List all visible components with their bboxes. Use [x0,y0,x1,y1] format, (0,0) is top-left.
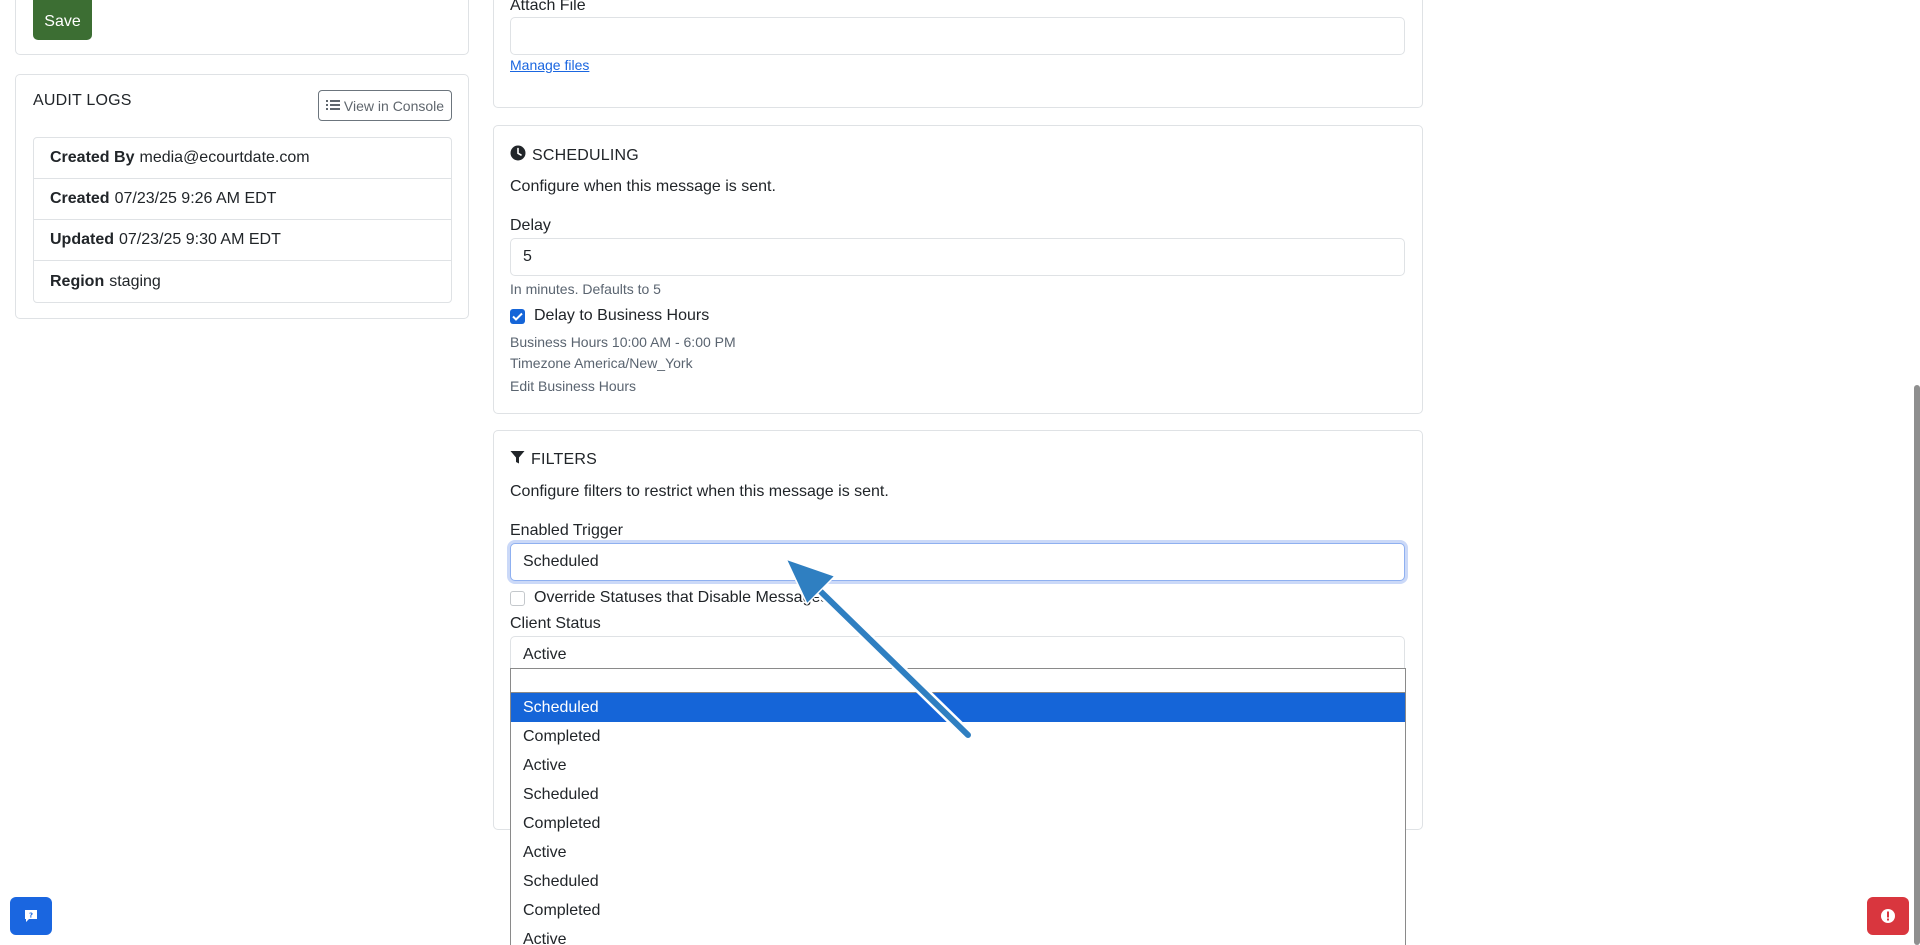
exclamation-circle-icon [1881,909,1895,923]
business-hours-checkbox-label[interactable]: Delay to Business Hours [534,307,709,325]
audit-logs-list: Created By media@ecourtdate.com Created 07… [33,137,452,303]
list-item: Created By media@ecourtdate.com [34,138,451,179]
scheduling-title: SCHEDULING [510,145,639,166]
business-hours-text: Business Hours 10:00 AM - 6:00 PM [510,334,736,350]
dropdown-option[interactable]: Active [511,838,1405,867]
dropdown-option[interactable]: Active [511,925,1405,945]
dropdown-option[interactable]: Active [511,751,1405,780]
dropdown-option[interactable]: Scheduled [511,867,1405,896]
filter-icon [510,450,525,470]
list-icon [325,98,340,114]
audit-logs-title: AUDIT LOGS [33,92,132,109]
check-icon [512,312,523,321]
filters-title-text: FILTERS [531,451,598,468]
dropdown-options: Scheduled Completed Active Scheduled Complet… [511,693,1405,945]
alert-button[interactable] [1867,897,1909,935]
scheduling-description: Configure when this message is sent. [510,178,776,195]
save-button[interactable]: Save [33,0,92,40]
view-in-console-label: View in Console [343,97,445,114]
enabled-trigger-select[interactable]: Scheduled [510,543,1405,581]
client-status-dropdown[interactable]: Scheduled Completed Active Scheduled Complet… [510,668,1406,945]
audit-key: Region [50,272,105,290]
audit-value: staging [109,272,161,290]
scheduling-title-text: SCHEDULING [532,146,639,164]
dropdown-option[interactable]: Completed [511,809,1405,838]
enabled-trigger-label: Enabled Trigger [510,522,623,539]
attach-file-input[interactable] [510,17,1405,55]
filters-description: Configure filters to restrict when this … [510,483,889,500]
client-status-label: Client Status [510,615,601,632]
attach-file-label: Attach File [510,0,586,14]
view-in-console-button[interactable]: View in Console [318,90,452,121]
list-item: Region staging [34,261,451,302]
svg-text:?: ? [29,912,33,920]
dropdown-option[interactable]: Scheduled [511,693,1405,722]
override-statuses-label[interactable]: Override Statuses that Disable Messages [534,589,828,607]
audit-value: media@ecourtdate.com [139,149,310,166]
delay-label: Delay [510,217,551,234]
chat-question-icon: ? [25,910,37,922]
dropdown-option[interactable]: Scheduled [511,780,1405,809]
list-item: Updated 07/23/25 9:30 AM EDT [34,220,451,261]
help-chat-button[interactable]: ? [10,897,52,935]
edit-business-hours-link[interactable]: Edit Business Hours [510,378,636,394]
business-hours-checkbox[interactable] [510,309,525,324]
audit-value: 07/23/25 9:30 AM EDT [119,231,281,248]
dropdown-option[interactable]: Completed [511,896,1405,925]
audit-key: Created By [50,149,135,166]
list-item: Created 07/23/25 9:26 AM EDT [34,179,451,220]
audit-value: 07/23/25 9:26 AM EDT [114,190,277,207]
audit-key: Updated [50,231,114,248]
filters-title: FILTERS [510,450,597,470]
manage-files-link[interactable]: Manage files [510,57,589,73]
dropdown-option[interactable]: Completed [511,722,1405,751]
clock-icon [510,145,526,166]
override-statuses-checkbox[interactable] [510,591,525,606]
delay-input[interactable]: 5 [510,238,1405,276]
page-scrollbar[interactable] [1914,385,1920,945]
delay-help-text: In minutes. Defaults to 5 [510,281,661,297]
audit-key: Created [50,190,110,207]
timezone-text: Timezone America/New_York [510,355,693,371]
dropdown-search[interactable] [511,669,1405,693]
